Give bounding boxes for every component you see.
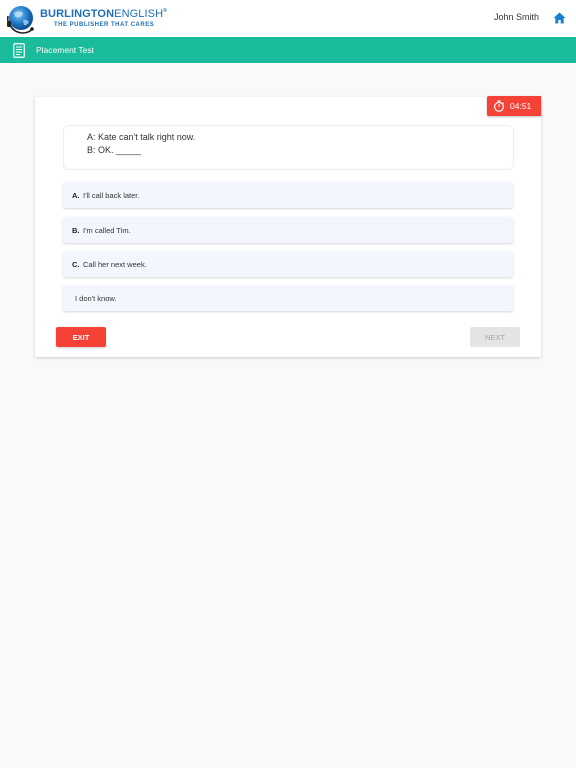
- page-title: Placement Test: [36, 45, 94, 55]
- prompt-line-1: A: Kate can't talk right now.: [87, 132, 196, 142]
- title-bar: Placement Test: [0, 37, 576, 63]
- option-letter: B.: [72, 226, 80, 235]
- prompt-line-2-text: B: OK.: [87, 145, 117, 155]
- top-header: BURLINGTONENGLISH® THE PUBLISHER THAT CA…: [0, 0, 576, 37]
- option-text: I don't know.: [75, 294, 117, 303]
- logo-wordmark: BURLINGTONENGLISH®: [40, 8, 167, 20]
- document-icon: [13, 43, 25, 58]
- answer-option-c[interactable]: C. Call her next week.: [63, 251, 513, 277]
- globe-logo-icon: [6, 6, 34, 34]
- answer-option-b[interactable]: B. I'm called Tim.: [63, 217, 513, 243]
- question-prompt: A: Kate can't talk right now. B: OK. ___…: [63, 125, 514, 170]
- answer-option-a[interactable]: A. I'll call back later.: [63, 182, 513, 208]
- user-name[interactable]: John Smith: [494, 12, 539, 22]
- option-text: I'm called Tim.: [83, 226, 131, 235]
- option-text: Call her next week.: [83, 260, 147, 269]
- burlington-english-logo[interactable]: BURLINGTONENGLISH® THE PUBLISHER THAT CA…: [6, 2, 167, 36]
- logo-brand-light: ENGLISH: [114, 8, 164, 20]
- question-card: 04:51 A: Kate can't talk right now. B: O…: [35, 96, 541, 357]
- next-button[interactable]: NEXT: [470, 327, 520, 347]
- timer-value: 04:51: [510, 101, 532, 111]
- option-text: I'll call back later.: [83, 191, 140, 200]
- logo-trademark: ®: [163, 8, 167, 14]
- prompt-line-2: B: OK. _____: [87, 145, 141, 155]
- stopwatch-icon: [493, 100, 505, 112]
- exit-button[interactable]: EXIT: [56, 327, 106, 347]
- option-letter: C.: [72, 260, 80, 269]
- answer-blank: _____: [116, 145, 142, 155]
- countdown-timer: 04:51: [487, 96, 541, 116]
- logo-brand-bold: BURLINGTON: [40, 8, 115, 20]
- logo-tagline: THE PUBLISHER THAT CARES: [54, 22, 155, 28]
- option-letter: A.: [72, 191, 80, 200]
- home-icon[interactable]: [553, 12, 566, 24]
- answer-option-dont-know[interactable]: I don't know.: [63, 285, 513, 311]
